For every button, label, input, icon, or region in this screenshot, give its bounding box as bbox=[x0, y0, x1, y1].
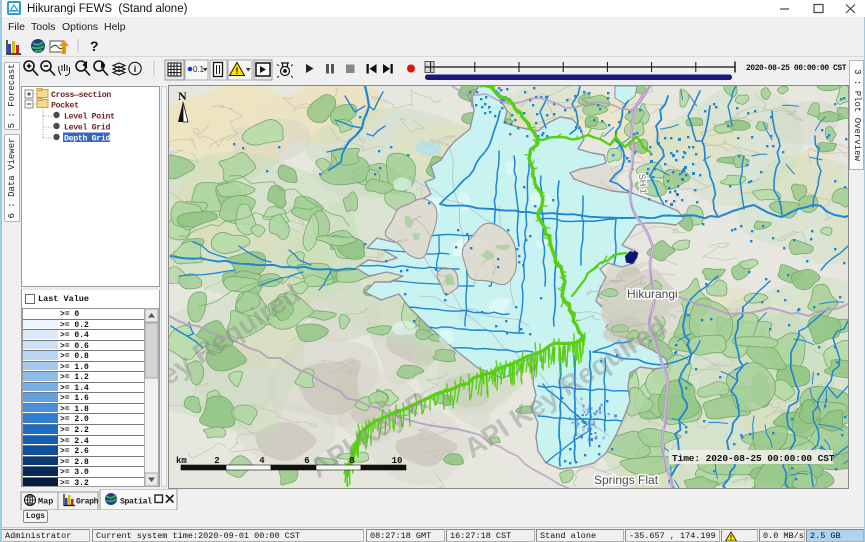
svg-text:4: 4 bbox=[259, 456, 265, 466]
svg-text:0.1: 0.1 bbox=[193, 65, 205, 74]
svg-text:6: 6 bbox=[304, 456, 309, 466]
svg-text:i: i bbox=[134, 64, 137, 74]
svg-text:SH 1: SH 1 bbox=[637, 173, 649, 194]
svg-text:Depth Grid: Depth Grid bbox=[64, 134, 111, 144]
svg-text:km: km bbox=[176, 456, 187, 466]
svg-text:Springs Flat: Springs Flat bbox=[594, 473, 659, 487]
svg-text:2: 2 bbox=[214, 456, 219, 466]
svg-text:!: ! bbox=[729, 535, 733, 542]
svg-text:Level Grid: Level Grid bbox=[64, 123, 111, 133]
svg-text:Pocket: Pocket bbox=[51, 101, 79, 111]
svg-text:Hikurangi: Hikurangi bbox=[627, 287, 678, 301]
svg-text:Spatial: Spatial bbox=[120, 497, 152, 507]
svg-text:N: N bbox=[178, 89, 187, 103]
svg-text:Graph: Graph bbox=[76, 498, 99, 507]
svg-text:8: 8 bbox=[349, 456, 354, 466]
svg-text:Level Point: Level Point bbox=[64, 112, 115, 122]
svg-text:!: ! bbox=[236, 66, 239, 76]
svg-text:?: ? bbox=[90, 38, 99, 54]
svg-text:Cross—section: Cross—section bbox=[51, 90, 111, 100]
svg-text:Map: Map bbox=[38, 497, 53, 507]
svg-text:10: 10 bbox=[392, 456, 403, 466]
svg-text:Time: 2020-08-25 00:00:00 CST: Time: 2020-08-25 00:00:00 CST bbox=[672, 453, 835, 464]
